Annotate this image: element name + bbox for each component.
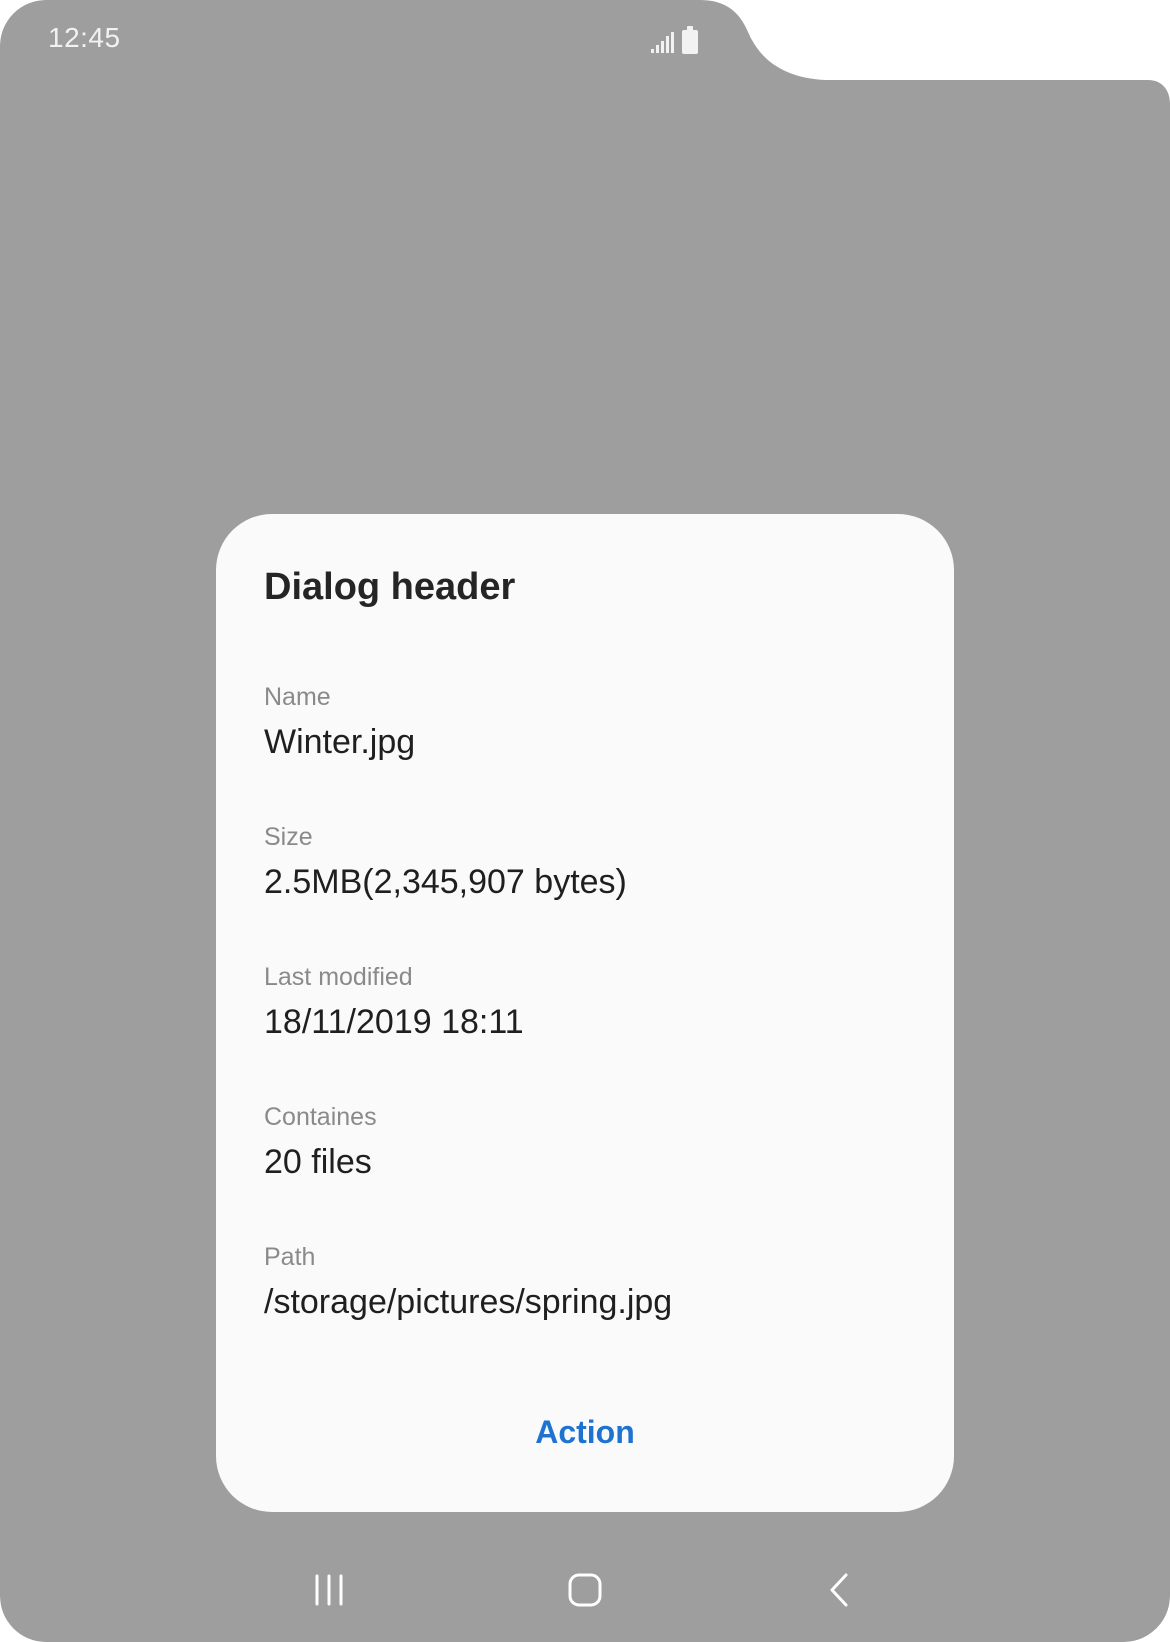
field-value: 18/11/2019 18:11 [264,1003,524,1041]
field-label: Last modified [264,963,413,991]
field-value: Winter.jpg [264,723,416,761]
field-value: 20 files [264,1143,372,1181]
field-label: Name [264,683,331,711]
dialog-header: Dialog header [264,566,516,608]
field-size: Size 2.5MB(2,345,907 bytes) [264,822,627,902]
dialog: Dialog header Name Winter.jpg Size 2.5MB… [216,514,954,1512]
action-button[interactable]: Action [216,1414,954,1451]
field-label: Containes [264,1103,377,1131]
back-button[interactable] [810,1560,870,1620]
field-contains: Containes 20 files [264,1102,377,1182]
status-icons [650,26,698,54]
battery-icon [682,26,698,54]
home-icon [568,1573,602,1607]
signal-icon [651,32,674,53]
back-icon [830,1573,848,1607]
home-button[interactable] [555,1560,615,1620]
field-name: Name Winter.jpg [264,682,415,762]
field-label: Size [264,823,313,851]
field-last-modified: Last modified 18/11/2019 18:11 [264,962,524,1042]
field-value: 2.5MB(2,345,907 bytes) [264,863,627,901]
device-frame: 12:45 Dialog header Name Winter.jpg Size… [0,0,1170,1642]
recents-button[interactable] [299,1560,359,1620]
field-path: Path /storage/pictures/spring.jpg [264,1242,672,1322]
status-time: 12:45 [48,22,121,53]
recents-icon [315,1574,343,1606]
field-value: /storage/pictures/spring.jpg [264,1283,673,1321]
field-label: Path [264,1243,316,1271]
navigation-bar [0,1560,1170,1620]
